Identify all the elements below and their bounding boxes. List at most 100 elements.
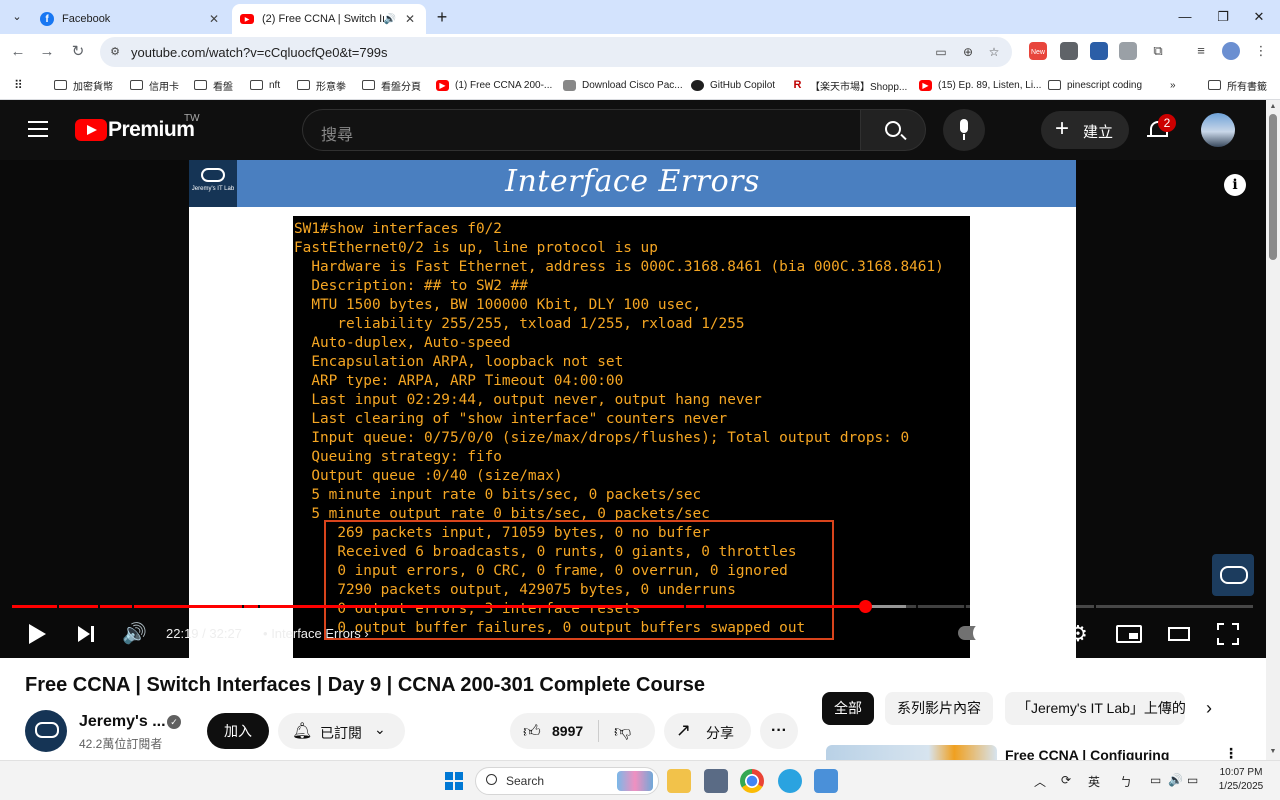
audio-playing-icon[interactable]: 🔊 xyxy=(384,14,396,25)
join-button[interactable]: 加入 xyxy=(207,713,269,749)
bookmark-folder[interactable]: pinescript coding xyxy=(1048,77,1142,93)
volume-icon[interactable]: 🔊 xyxy=(122,622,147,646)
tab-title: (2) Free CCNA | Switch Inter xyxy=(262,13,384,25)
menu-icon[interactable] xyxy=(28,121,48,137)
chapter-title[interactable]: • Interface Errors › xyxy=(263,626,369,641)
create-button[interactable]: + 建立 xyxy=(1041,111,1129,149)
forward-icon[interactable]: → xyxy=(37,42,57,62)
taskbar-search[interactable]: Search xyxy=(475,767,659,795)
bookmark-link[interactable]: ▶ (15) Ep. 89, Listen, Li... xyxy=(919,77,1041,93)
theater-mode-icon[interactable] xyxy=(1168,627,1190,641)
extension-new-icon[interactable]: New xyxy=(1029,42,1047,60)
more-actions-icon[interactable]: ··· xyxy=(760,713,798,749)
chip-channel-uploads[interactable]: 「Jeremy's IT Lab」上傳的 xyxy=(1005,692,1185,725)
bookmark-folder[interactable]: 看盤 xyxy=(194,77,233,93)
cast-icon[interactable]: ▭ xyxy=(933,44,949,60)
site-info-icon[interactable]: ⚙ xyxy=(108,45,122,59)
reading-list-icon[interactable]: ≡ xyxy=(1192,42,1210,60)
bookmark-link[interactable]: ▶ (1) Free CCNA 200-... xyxy=(436,77,552,93)
bookmark-folder[interactable]: 信用卡 xyxy=(130,77,179,93)
back-icon[interactable]: ← xyxy=(8,42,28,62)
file-explorer-icon[interactable] xyxy=(667,769,691,793)
cisco-icon xyxy=(563,79,576,91)
search-input[interactable]: 搜尋 xyxy=(302,109,860,151)
chrome-icon[interactable] xyxy=(740,769,764,793)
new-tab-button[interactable]: + xyxy=(432,7,452,27)
bookmark-star-icon[interactable]: ☆ xyxy=(986,44,1002,60)
miniplayer-icon[interactable] xyxy=(1116,625,1142,643)
close-tab-icon[interactable]: ✕ xyxy=(206,12,222,26)
search-button[interactable] xyxy=(860,109,926,151)
reload-icon[interactable]: ↻ xyxy=(68,42,88,62)
like-button[interactable]: 👍︎ 8997 👎︎ xyxy=(510,713,655,749)
extensions-puzzle-icon[interactable]: ⧉ xyxy=(1149,42,1167,60)
profile-avatar[interactable] xyxy=(1222,42,1240,60)
address-bar[interactable]: ⚙ youtube.com/watch?v=cCqluocfQe0&t=799s… xyxy=(100,37,1012,67)
tray-overflow-icon[interactable]: ︿ xyxy=(1034,773,1046,790)
verified-check-icon: ✓ xyxy=(167,715,181,729)
volume-icon[interactable]: 🔊 xyxy=(1168,773,1183,787)
extension-flag-icon[interactable] xyxy=(1090,42,1108,60)
chip-series[interactable]: 系列影片內容 xyxy=(885,692,993,725)
chip-all[interactable]: 全部 xyxy=(822,692,874,725)
scrollbar-thumb[interactable] xyxy=(1269,114,1277,260)
bookmark-folder[interactable]: 形意拳 xyxy=(297,77,346,93)
settings-gear-icon[interactable]: ⚙ xyxy=(1067,623,1089,645)
notepad-icon[interactable] xyxy=(814,769,838,793)
video-frame-slide: Interface Errors Jeremy's IT Lab SW1#sho… xyxy=(189,160,1076,658)
zoom-icon[interactable]: ⊕ xyxy=(960,44,976,60)
video-player[interactable]: Interface Errors Jeremy's IT Lab SW1#sho… xyxy=(0,160,1266,658)
terminal-line: ARP type: ARPA, ARP Timeout 04:00:00 xyxy=(294,373,624,389)
bookmarks-overflow-icon[interactable]: » xyxy=(1170,77,1176,93)
close-tab-icon[interactable]: ✕ xyxy=(402,12,418,26)
folder-icon xyxy=(130,80,143,90)
youtube-brand[interactable]: Premium xyxy=(108,118,195,142)
scroll-up-icon[interactable]: ▲ xyxy=(1269,103,1277,111)
url-text[interactable]: youtube.com/watch?v=cCqluocfQe0&t=799s xyxy=(131,45,388,60)
taskbar-clock[interactable]: 10:07 PM 1/25/2025 xyxy=(1212,766,1270,794)
chip-scroll-right-icon[interactable]: › xyxy=(1206,698,1212,719)
bookmark-folder[interactable]: 看盤分頁 xyxy=(362,77,421,93)
extension-icon[interactable] xyxy=(1060,42,1078,60)
channel-name[interactable]: Jeremy's ... xyxy=(79,713,166,731)
voice-search-icon[interactable] xyxy=(943,109,985,151)
subscribed-button[interactable]: 🔔︎ 已訂閱 ⌄ xyxy=(278,713,405,749)
menu-kebab-icon[interactable]: ⋮ xyxy=(1252,42,1270,60)
folder-icon xyxy=(362,80,375,90)
windows-start-icon[interactable] xyxy=(445,772,463,790)
ime-indicator[interactable]: 英 xyxy=(1088,773,1100,790)
youtube-logo-icon[interactable] xyxy=(75,119,107,141)
network-icon[interactable]: ▭ xyxy=(1150,773,1161,787)
apps-grid-icon[interactable]: ⠿ xyxy=(14,77,23,93)
close-window-button[interactable]: ✕ xyxy=(1236,0,1280,34)
fullscreen-icon[interactable] xyxy=(1217,623,1239,645)
bookmark-folder[interactable]: 所有書籤 xyxy=(1208,77,1267,93)
bookmark-folder[interactable]: nft xyxy=(250,77,280,93)
thumbs-down-icon[interactable]: 👎︎ xyxy=(614,721,631,742)
bookmark-link[interactable]: GitHub Copilot xyxy=(691,77,775,93)
share-button[interactable]: ↗ 分享 xyxy=(664,713,751,749)
page-scrollbar[interactable]: ▲ ▼ xyxy=(1266,100,1280,760)
channel-avatar[interactable] xyxy=(25,710,67,752)
account-avatar[interactable] xyxy=(1201,113,1235,147)
autoplay-toggle[interactable] xyxy=(958,623,993,643)
extension-icon[interactable] xyxy=(1119,42,1137,60)
bookmark-link[interactable]: Download Cisco Pac... xyxy=(563,77,683,93)
bookmark-folder[interactable]: 加密貨幣 xyxy=(54,77,113,93)
battery-icon[interactable]: ▭ xyxy=(1187,773,1198,787)
progress-bar[interactable] xyxy=(12,600,1253,613)
tab-search-icon[interactable]: ⌄ xyxy=(6,6,28,28)
bookmark-link[interactable]: R 【楽天市場】Shopp... xyxy=(791,77,908,93)
next-button[interactable] xyxy=(76,622,96,646)
channel-watermark[interactable] xyxy=(1212,554,1254,596)
subtitles-icon[interactable] xyxy=(1016,625,1040,643)
ime-mode-icon[interactable]: ㄅ xyxy=(1120,773,1132,790)
telegram-icon[interactable] xyxy=(778,769,802,793)
tab-facebook[interactable]: f Facebook ✕ xyxy=(32,4,230,34)
app-icon[interactable] xyxy=(704,769,728,793)
play-button[interactable] xyxy=(26,622,46,646)
info-icon[interactable]: i xyxy=(1224,174,1246,196)
tab-youtube[interactable]: ▶ (2) Free CCNA | Switch Inter 🔊 ✕ xyxy=(232,4,426,34)
sync-icon[interactable]: ⟳ xyxy=(1061,773,1071,787)
scroll-down-icon[interactable]: ▼ xyxy=(1269,748,1277,756)
